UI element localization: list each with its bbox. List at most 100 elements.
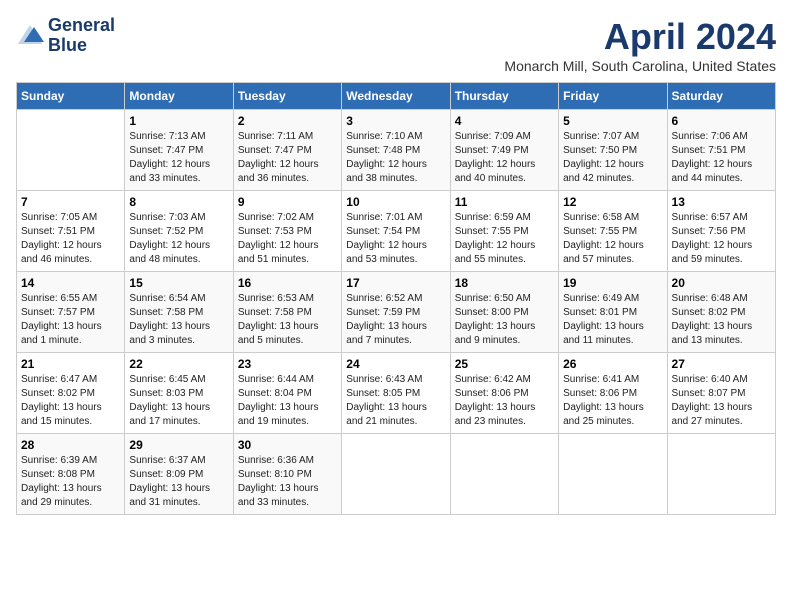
calendar-cell: 29 Sunrise: 6:37 AM Sunset: 8:09 PM Dayl…	[125, 434, 233, 515]
day-number: 27	[672, 357, 771, 371]
day-number: 26	[563, 357, 662, 371]
day-info: Sunrise: 6:45 AM Sunset: 8:03 PM Dayligh…	[129, 373, 228, 429]
calendar-cell: 1 Sunrise: 7:13 AM Sunset: 7:47 PM Dayli…	[125, 110, 233, 191]
calendar-cell: 10 Sunrise: 7:01 AM Sunset: 7:54 PM Dayl…	[342, 191, 450, 272]
day-info: Sunrise: 6:58 AM Sunset: 7:55 PM Dayligh…	[563, 211, 662, 267]
calendar-cell: 3 Sunrise: 7:10 AM Sunset: 7:48 PM Dayli…	[342, 110, 450, 191]
day-info: Sunrise: 6:49 AM Sunset: 8:01 PM Dayligh…	[563, 292, 662, 348]
day-info: Sunrise: 7:02 AM Sunset: 7:53 PM Dayligh…	[238, 211, 337, 267]
day-number: 15	[129, 276, 228, 290]
calendar-cell: 13 Sunrise: 6:57 AM Sunset: 7:56 PM Dayl…	[667, 191, 775, 272]
day-info: Sunrise: 7:03 AM Sunset: 7:52 PM Dayligh…	[129, 211, 228, 267]
calendar-cell: 5 Sunrise: 7:07 AM Sunset: 7:50 PM Dayli…	[559, 110, 667, 191]
header-saturday: Saturday	[667, 83, 775, 110]
day-number: 16	[238, 276, 337, 290]
calendar-cell	[667, 434, 775, 515]
header-wednesday: Wednesday	[342, 83, 450, 110]
calendar-cell: 18 Sunrise: 6:50 AM Sunset: 8:00 PM Dayl…	[450, 272, 558, 353]
day-info: Sunrise: 6:36 AM Sunset: 8:10 PM Dayligh…	[238, 454, 337, 510]
day-number: 21	[21, 357, 120, 371]
day-number: 6	[672, 114, 771, 128]
calendar-cell: 20 Sunrise: 6:48 AM Sunset: 8:02 PM Dayl…	[667, 272, 775, 353]
calendar-cell: 4 Sunrise: 7:09 AM Sunset: 7:49 PM Dayli…	[450, 110, 558, 191]
day-number: 13	[672, 195, 771, 209]
day-info: Sunrise: 6:47 AM Sunset: 8:02 PM Dayligh…	[21, 373, 120, 429]
day-number: 11	[455, 195, 554, 209]
day-info: Sunrise: 6:54 AM Sunset: 7:58 PM Dayligh…	[129, 292, 228, 348]
day-number: 23	[238, 357, 337, 371]
calendar-cell: 24 Sunrise: 6:43 AM Sunset: 8:05 PM Dayl…	[342, 353, 450, 434]
calendar-cell: 30 Sunrise: 6:36 AM Sunset: 8:10 PM Dayl…	[233, 434, 341, 515]
calendar-cell: 19 Sunrise: 6:49 AM Sunset: 8:01 PM Dayl…	[559, 272, 667, 353]
day-info: Sunrise: 7:09 AM Sunset: 7:49 PM Dayligh…	[455, 130, 554, 186]
day-number: 3	[346, 114, 445, 128]
day-info: Sunrise: 6:55 AM Sunset: 7:57 PM Dayligh…	[21, 292, 120, 348]
title-section: April 2024 Monarch Mill, South Carolina,…	[504, 16, 776, 74]
logo-text: General Blue	[48, 16, 115, 56]
day-info: Sunrise: 7:07 AM Sunset: 7:50 PM Dayligh…	[563, 130, 662, 186]
calendar-cell: 11 Sunrise: 6:59 AM Sunset: 7:55 PM Dayl…	[450, 191, 558, 272]
calendar-cell: 25 Sunrise: 6:42 AM Sunset: 8:06 PM Dayl…	[450, 353, 558, 434]
day-info: Sunrise: 7:10 AM Sunset: 7:48 PM Dayligh…	[346, 130, 445, 186]
calendar-cell: 2 Sunrise: 7:11 AM Sunset: 7:47 PM Dayli…	[233, 110, 341, 191]
day-info: Sunrise: 6:42 AM Sunset: 8:06 PM Dayligh…	[455, 373, 554, 429]
calendar-week-2: 14 Sunrise: 6:55 AM Sunset: 7:57 PM Dayl…	[17, 272, 776, 353]
calendar-week-4: 28 Sunrise: 6:39 AM Sunset: 8:08 PM Dayl…	[17, 434, 776, 515]
calendar-cell	[342, 434, 450, 515]
day-info: Sunrise: 6:52 AM Sunset: 7:59 PM Dayligh…	[346, 292, 445, 348]
day-number: 12	[563, 195, 662, 209]
day-number: 18	[455, 276, 554, 290]
logo: General Blue	[16, 16, 115, 56]
page-header: General Blue April 2024 Monarch Mill, So…	[16, 16, 776, 74]
calendar-cell: 9 Sunrise: 7:02 AM Sunset: 7:53 PM Dayli…	[233, 191, 341, 272]
day-number: 19	[563, 276, 662, 290]
calendar-cell	[450, 434, 558, 515]
day-number: 25	[455, 357, 554, 371]
logo-icon	[16, 22, 44, 50]
calendar-week-0: 1 Sunrise: 7:13 AM Sunset: 7:47 PM Dayli…	[17, 110, 776, 191]
calendar-cell: 7 Sunrise: 7:05 AM Sunset: 7:51 PM Dayli…	[17, 191, 125, 272]
day-info: Sunrise: 6:59 AM Sunset: 7:55 PM Dayligh…	[455, 211, 554, 267]
day-number: 20	[672, 276, 771, 290]
header-tuesday: Tuesday	[233, 83, 341, 110]
calendar-cell: 6 Sunrise: 7:06 AM Sunset: 7:51 PM Dayli…	[667, 110, 775, 191]
day-info: Sunrise: 6:41 AM Sunset: 8:06 PM Dayligh…	[563, 373, 662, 429]
day-info: Sunrise: 6:57 AM Sunset: 7:56 PM Dayligh…	[672, 211, 771, 267]
day-number: 10	[346, 195, 445, 209]
day-info: Sunrise: 6:48 AM Sunset: 8:02 PM Dayligh…	[672, 292, 771, 348]
calendar-cell: 27 Sunrise: 6:40 AM Sunset: 8:07 PM Dayl…	[667, 353, 775, 434]
day-number: 5	[563, 114, 662, 128]
day-info: Sunrise: 6:37 AM Sunset: 8:09 PM Dayligh…	[129, 454, 228, 510]
month-title: April 2024	[504, 16, 776, 58]
day-number: 2	[238, 114, 337, 128]
calendar-table: SundayMondayTuesdayWednesdayThursdayFrid…	[16, 82, 776, 515]
day-number: 9	[238, 195, 337, 209]
calendar-cell: 14 Sunrise: 6:55 AM Sunset: 7:57 PM Dayl…	[17, 272, 125, 353]
calendar-cell	[559, 434, 667, 515]
calendar-cell: 16 Sunrise: 6:53 AM Sunset: 7:58 PM Dayl…	[233, 272, 341, 353]
header-monday: Monday	[125, 83, 233, 110]
calendar-cell: 12 Sunrise: 6:58 AM Sunset: 7:55 PM Dayl…	[559, 191, 667, 272]
calendar-cell: 15 Sunrise: 6:54 AM Sunset: 7:58 PM Dayl…	[125, 272, 233, 353]
day-info: Sunrise: 7:11 AM Sunset: 7:47 PM Dayligh…	[238, 130, 337, 186]
day-number: 8	[129, 195, 228, 209]
calendar-week-1: 7 Sunrise: 7:05 AM Sunset: 7:51 PM Dayli…	[17, 191, 776, 272]
day-info: Sunrise: 6:39 AM Sunset: 8:08 PM Dayligh…	[21, 454, 120, 510]
day-info: Sunrise: 7:13 AM Sunset: 7:47 PM Dayligh…	[129, 130, 228, 186]
day-info: Sunrise: 7:05 AM Sunset: 7:51 PM Dayligh…	[21, 211, 120, 267]
calendar-cell: 26 Sunrise: 6:41 AM Sunset: 8:06 PM Dayl…	[559, 353, 667, 434]
day-info: Sunrise: 7:06 AM Sunset: 7:51 PM Dayligh…	[672, 130, 771, 186]
day-number: 22	[129, 357, 228, 371]
day-info: Sunrise: 6:50 AM Sunset: 8:00 PM Dayligh…	[455, 292, 554, 348]
day-number: 17	[346, 276, 445, 290]
day-info: Sunrise: 6:43 AM Sunset: 8:05 PM Dayligh…	[346, 373, 445, 429]
day-number: 24	[346, 357, 445, 371]
day-info: Sunrise: 7:01 AM Sunset: 7:54 PM Dayligh…	[346, 211, 445, 267]
day-number: 4	[455, 114, 554, 128]
calendar-cell: 17 Sunrise: 6:52 AM Sunset: 7:59 PM Dayl…	[342, 272, 450, 353]
calendar-week-3: 21 Sunrise: 6:47 AM Sunset: 8:02 PM Dayl…	[17, 353, 776, 434]
header-sunday: Sunday	[17, 83, 125, 110]
day-number: 7	[21, 195, 120, 209]
day-info: Sunrise: 6:44 AM Sunset: 8:04 PM Dayligh…	[238, 373, 337, 429]
calendar-cell: 28 Sunrise: 6:39 AM Sunset: 8:08 PM Dayl…	[17, 434, 125, 515]
